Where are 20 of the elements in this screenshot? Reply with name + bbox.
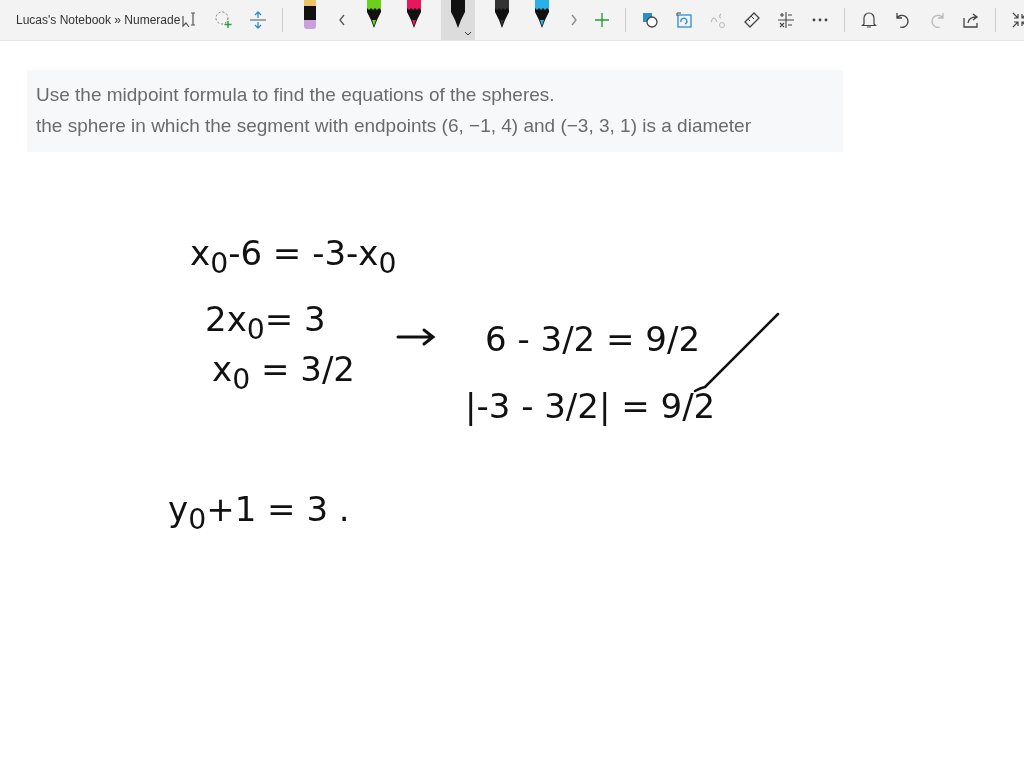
pen-icon — [493, 0, 512, 30]
pen-tool[interactable] — [441, 0, 476, 40]
shapes-icon[interactable] — [640, 10, 661, 30]
math-icon[interactable] — [776, 10, 797, 30]
ink-to-shape-icon[interactable] — [674, 10, 695, 30]
handwritten-text: y$_{0}$+1 = 3 . — [168, 489, 350, 536]
insert-space-icon[interactable] — [248, 10, 269, 30]
handwritten-text: x$_{0}$-6 = -3-x$_{0}$ — [190, 233, 397, 280]
question-text: Use the midpoint formula to find the equations of the spheres. — [36, 83, 556, 107]
handwritten-arrow — [396, 326, 438, 348]
handwritten-text: |-3 - 3/2| = 9/2 — [465, 386, 716, 426]
chevron-down-icon[interactable] — [464, 31, 473, 36]
handwritten-text: 2x$_{0}$= 3 — [205, 299, 326, 346]
pen-icon — [365, 0, 384, 30]
question-text: the sphere in which the segment with endpoints (6, −1, 4) and (−3, 3, 1) is a diameter — [36, 114, 752, 138]
pen-icon — [533, 0, 552, 30]
handwritten-text: x$_{0}$ = 3/2 — [212, 349, 355, 396]
pen-icon — [405, 0, 424, 30]
notebook-title: Lucas's Notebook » Numerade — [16, 13, 181, 27]
handwritten-text: 6 - 3/2 = 9/2 — [485, 319, 701, 359]
